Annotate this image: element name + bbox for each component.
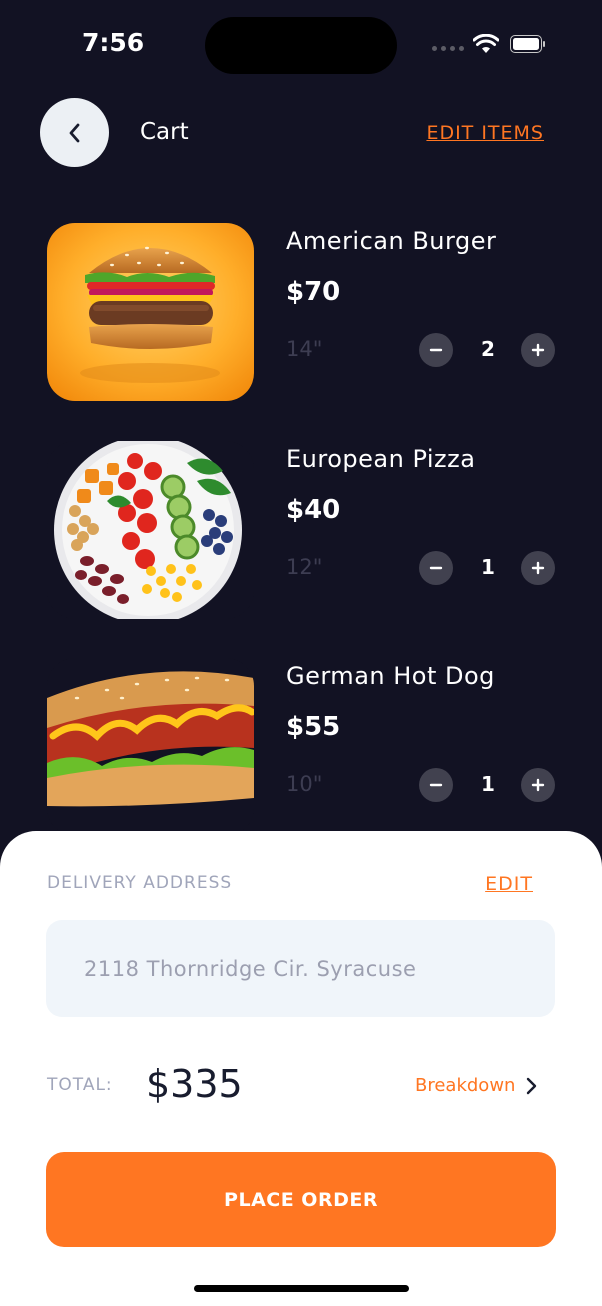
- dynamic-island: [205, 17, 397, 74]
- item-size: 14": [286, 337, 323, 361]
- salad-bowl-image: [47, 441, 254, 619]
- minus-icon: [429, 566, 443, 570]
- item-price: $55: [286, 712, 341, 742]
- item-price: $70: [286, 277, 341, 307]
- hot-dog-image: [47, 658, 254, 836]
- item-size: 10": [286, 772, 323, 796]
- page-title: Cart: [140, 119, 189, 145]
- plus-icon: [531, 778, 545, 792]
- burger-image: [47, 223, 254, 401]
- item-name: American Burger: [286, 227, 497, 255]
- cart-item: American Burger $70 14" 2: [0, 223, 602, 403]
- place-order-button[interactable]: PLACE ORDER: [46, 1152, 556, 1247]
- cellular-signal-icon: [432, 46, 464, 51]
- home-indicator[interactable]: [194, 1285, 409, 1292]
- chevron-left-icon: [69, 123, 79, 142]
- plus-icon: [531, 561, 545, 575]
- battery-icon: [510, 35, 546, 54]
- back-button[interactable]: [40, 98, 109, 167]
- checkout-sheet: DELIVERY ADDRESS EDIT 2118 Thornridge Ci…: [0, 831, 602, 1306]
- item-price: $40: [286, 495, 341, 525]
- header: Cart EDIT ITEMS: [0, 98, 602, 170]
- item-name: European Pizza: [286, 445, 476, 473]
- cart-item: European Pizza $40 12" 1: [0, 441, 602, 621]
- quantity-decrease-button[interactable]: [419, 551, 453, 585]
- breakdown-link[interactable]: Breakdown: [415, 1075, 537, 1096]
- quantity-decrease-button[interactable]: [419, 768, 453, 802]
- status-bar: 7:56: [0, 0, 602, 90]
- quantity-increase-button[interactable]: [521, 768, 555, 802]
- quantity-value: 1: [481, 555, 495, 579]
- wifi-icon: [473, 34, 499, 53]
- minus-icon: [429, 783, 443, 787]
- delivery-address-label: DELIVERY ADDRESS: [47, 873, 233, 893]
- chevron-right-icon: [527, 1077, 537, 1094]
- total-value: $335: [146, 1062, 243, 1106]
- delivery-address-field[interactable]: 2118 Thornridge Cir. Syracuse: [46, 920, 555, 1017]
- cart-item: German Hot Dog $55 10" 1: [0, 658, 602, 838]
- item-name: German Hot Dog: [286, 662, 495, 690]
- quantity-value: 2: [481, 337, 495, 361]
- quantity-value: 1: [481, 772, 495, 796]
- item-size: 12": [286, 555, 323, 579]
- minus-icon: [429, 348, 443, 352]
- quantity-increase-button[interactable]: [521, 551, 555, 585]
- breakdown-label: Breakdown: [415, 1075, 516, 1096]
- quantity-decrease-button[interactable]: [419, 333, 453, 367]
- quantity-increase-button[interactable]: [521, 333, 555, 367]
- total-label: TOTAL:: [47, 1075, 113, 1095]
- edit-items-link[interactable]: EDIT ITEMS: [426, 122, 544, 144]
- plus-icon: [531, 343, 545, 357]
- status-time: 7:56: [82, 28, 145, 57]
- edit-address-link[interactable]: EDIT: [485, 873, 533, 895]
